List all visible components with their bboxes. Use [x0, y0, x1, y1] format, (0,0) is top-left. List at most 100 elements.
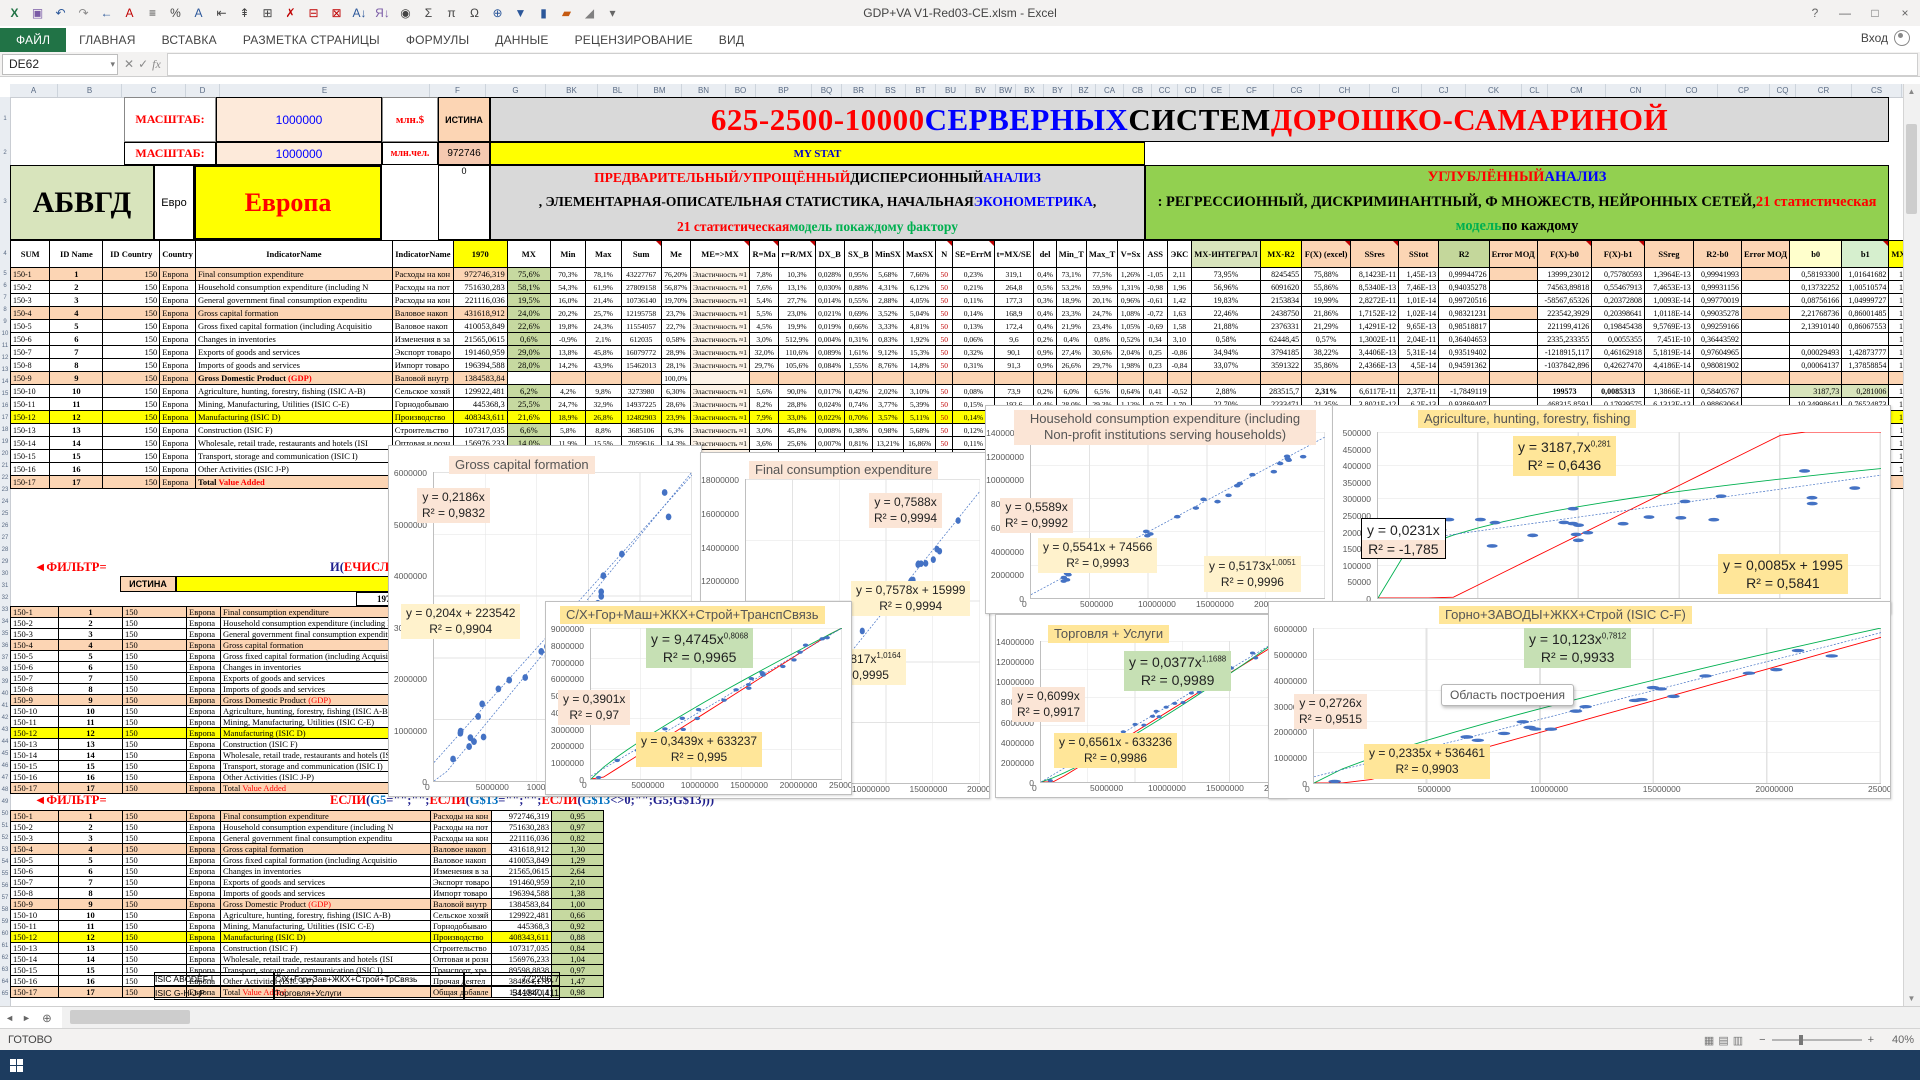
row-header-12[interactable]: 12 — [0, 352, 10, 364]
zoom-out-button[interactable]: − — [1759, 1034, 1765, 1046]
row-header-55[interactable]: 55 — [0, 868, 10, 880]
column-MX[interactable]: MX — [507, 241, 550, 268]
column-header-BV[interactable]: BV — [966, 84, 996, 97]
row-header-21[interactable]: 21 — [0, 460, 10, 472]
column-Max_T[interactable]: Max_T — [1086, 241, 1117, 268]
chart-trade[interactable]: 1400000012000000100000008000000600000040… — [995, 614, 1287, 798]
column-MaxSX[interactable]: MaxSX — [903, 241, 935, 268]
ribbon-tab-вставка[interactable]: ВСТАВКА — [149, 29, 230, 52]
name-box[interactable]: DE62▾ — [2, 54, 118, 75]
vertical-scrollbar[interactable]: ▲ ▼ — [1903, 84, 1920, 1006]
column-Country[interactable]: Country — [160, 241, 196, 268]
row-header-34[interactable]: 34 — [0, 616, 10, 628]
row-header-37[interactable]: 37 — [0, 652, 10, 664]
vscroll-thumb[interactable] — [1906, 124, 1917, 214]
column-1970[interactable]: 1970 — [453, 241, 507, 268]
column-SE=ErrM[interactable]: SE=ErrM — [953, 241, 994, 268]
web-icon[interactable]: ⊕ — [487, 3, 508, 23]
column-Error МОД[interactable]: Error МОД — [1489, 241, 1537, 268]
row-header-10[interactable]: 10 — [0, 328, 10, 340]
underline-a-icon[interactable]: A — [119, 3, 140, 23]
normal-view-icon[interactable]: ▦ — [1704, 1034, 1714, 1047]
row-header-27[interactable]: 27 — [0, 532, 10, 544]
column-header-BQ[interactable]: BQ — [812, 84, 842, 97]
column-SStot[interactable]: SStot — [1399, 241, 1439, 268]
new-sheet-button[interactable]: ⊕ — [36, 1007, 58, 1029]
sort-za-icon[interactable]: Я↓ — [372, 3, 393, 23]
column-ЭКС[interactable]: ЭКС — [1167, 241, 1192, 268]
column-header-BY[interactable]: BY — [1044, 84, 1072, 97]
row-header-49[interactable]: 49 — [0, 796, 10, 808]
column-headers[interactable]: ABCDEFGBKBLBMBNBOBPBQBRBSBTBUBVBWBXBYBZC… — [10, 84, 1904, 98]
column-r=R/MX[interactable]: r=R/MX — [779, 241, 815, 268]
name-box-dropdown-icon[interactable]: ▾ — [110, 59, 115, 70]
column-header-BX[interactable]: BX — [1016, 84, 1044, 97]
row-header-9[interactable]: 9 — [0, 316, 10, 328]
row-header-39[interactable]: 39 — [0, 676, 10, 688]
ribbon-tab-файл[interactable]: ФАЙЛ — [0, 28, 66, 52]
row-header-24[interactable]: 24 — [0, 496, 10, 508]
row-header-15[interactable]: 15 — [0, 388, 10, 400]
zoom-slider[interactable] — [1772, 1039, 1862, 1041]
pi-icon[interactable]: π — [441, 3, 462, 23]
column-N[interactable]: N — [936, 241, 953, 268]
column-Me[interactable]: Me — [661, 241, 690, 268]
formula-input[interactable] — [167, 53, 1918, 76]
row-header-42[interactable]: 42 — [0, 712, 10, 724]
row-header-7[interactable]: 7 — [0, 292, 10, 304]
chart-bar-icon[interactable]: ▮ — [533, 3, 554, 23]
row-header-18[interactable]: 18 — [0, 424, 10, 436]
maximize-button[interactable]: □ — [1860, 0, 1890, 26]
chart-mix1[interactable]: 9000000800000070000006000000500000040000… — [545, 601, 852, 795]
column-Error МОД[interactable]: Error МОД — [1741, 241, 1789, 268]
help-button[interactable]: ? — [1800, 0, 1830, 26]
row-header-14[interactable]: 14 — [0, 376, 10, 388]
delete-cells-icon[interactable]: ✗ — [280, 3, 301, 23]
row-header-3[interactable]: 3 — [0, 165, 10, 240]
row-header-28[interactable]: 28 — [0, 544, 10, 556]
column-Min[interactable]: Min — [550, 241, 585, 268]
column-header-BP[interactable]: BP — [756, 84, 812, 97]
ribbon-tab-формулы[interactable]: ФОРМУЛЫ — [393, 29, 482, 52]
ribbon-tab-вид[interactable]: ВИД — [706, 29, 757, 52]
start-button[interactable] — [10, 1059, 23, 1072]
row-header-46[interactable]: 46 — [0, 760, 10, 772]
column-header-BK[interactable]: BK — [546, 84, 598, 97]
row-header-38[interactable]: 38 — [0, 664, 10, 676]
row-header-51[interactable]: 51 — [0, 820, 10, 832]
column-header-BN[interactable]: BN — [682, 84, 726, 97]
cancel-formula-icon[interactable]: ✕ — [124, 57, 134, 71]
column-IndicatorName[interactable]: IndicatorName — [195, 241, 392, 268]
column-МХ-ИНТЕГРАЛ[interactable]: МХ-ИНТЕГРАЛ — [1192, 241, 1261, 268]
shift-up-icon[interactable]: ⇞ — [234, 3, 255, 23]
column-header-BS[interactable]: BS — [876, 84, 906, 97]
row-header-61[interactable]: 61 — [0, 940, 10, 952]
column-ME=>MX[interactable]: ME=>MX — [690, 241, 749, 268]
indent-left-icon[interactable]: ⇤ — [211, 3, 232, 23]
row-header-33[interactable]: 33 — [0, 604, 10, 616]
column-header-CC[interactable]: CC — [1152, 84, 1178, 97]
ribbon-tab-разметка страницы[interactable]: РАЗМЕТКА СТРАНИЦЫ — [230, 29, 393, 52]
column-header-CS[interactable]: CS — [1852, 84, 1902, 97]
sort-az-icon[interactable]: А↓ — [349, 3, 370, 23]
column-header-CG[interactable]: CG — [1274, 84, 1320, 97]
column-header-CF[interactable]: CF — [1230, 84, 1274, 97]
column-R2-b0[interactable]: R2-b0 — [1693, 241, 1741, 268]
column-header-BR[interactable]: BR — [842, 84, 876, 97]
zoom-level[interactable]: 40% — [1880, 1034, 1914, 1046]
column-header-CE[interactable]: CE — [1204, 84, 1230, 97]
column-DX_B[interactable]: DX_B — [815, 241, 844, 268]
row-header-57[interactable]: 57 — [0, 892, 10, 904]
column-header-CA[interactable]: CA — [1096, 84, 1124, 97]
delete-col-icon[interactable]: ⊠ — [326, 3, 347, 23]
row-header-45[interactable]: 45 — [0, 748, 10, 760]
row-header-58[interactable]: 58 — [0, 904, 10, 916]
row-header-5[interactable]: 5 — [0, 268, 10, 280]
column-b1[interactable]: b1 — [1842, 241, 1889, 268]
column-R2[interactable]: R2 — [1439, 241, 1489, 268]
ribbon-tab-данные[interactable]: ДАННЫЕ — [482, 29, 561, 52]
column-header-BT[interactable]: BT — [906, 84, 936, 97]
row-header-64[interactable]: 64 — [0, 976, 10, 988]
minimize-button[interactable]: — — [1830, 0, 1860, 26]
column-header-BZ[interactable]: BZ — [1072, 84, 1096, 97]
